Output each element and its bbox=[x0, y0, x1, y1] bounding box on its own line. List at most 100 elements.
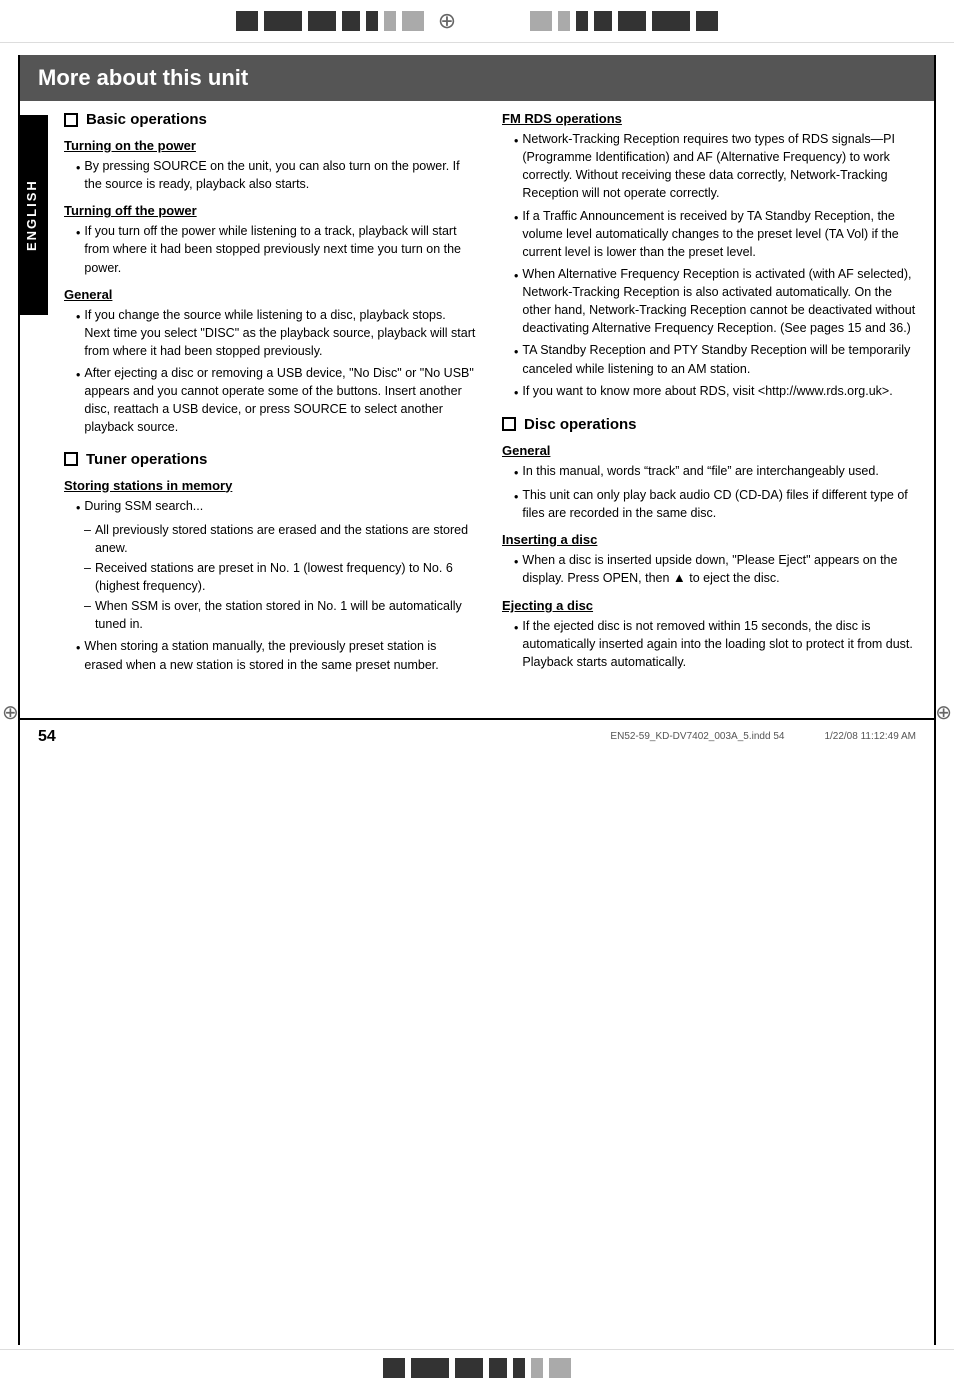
bot-block-5 bbox=[513, 1358, 525, 1378]
turning-on-title: Turning on the power bbox=[64, 138, 478, 153]
bullet-dot: • bbox=[76, 159, 80, 193]
top-decorative-bar: ⊕ bbox=[0, 0, 954, 43]
disc-operations-header: Disc operations bbox=[502, 416, 916, 433]
bot-block-7 bbox=[549, 1358, 571, 1378]
top-block-11 bbox=[594, 11, 612, 31]
top-block-7 bbox=[402, 11, 424, 31]
footer-file-info: EN52-59_KD-DV7402_003A_5.indd 54 bbox=[610, 731, 784, 742]
eject-symbol: ▲ bbox=[673, 570, 686, 585]
page-number: 54 bbox=[38, 728, 56, 746]
top-block-13 bbox=[652, 11, 690, 31]
bullet-dot-2: • bbox=[76, 224, 80, 276]
page-title: More about this unit bbox=[20, 55, 934, 101]
bot-block-3 bbox=[455, 1358, 483, 1378]
bullet-dot-4: • bbox=[76, 366, 80, 437]
language-sidebar: ENGLISH bbox=[20, 115, 48, 315]
bullet-dot-r4: • bbox=[514, 343, 518, 377]
fm-rds-section: FM RDS operations • Network-Tracking Rec… bbox=[502, 111, 916, 402]
fm-rds-text-4: TA Standby Reception and PTY Standby Rec… bbox=[522, 341, 916, 377]
page-outer: ⊕ ⊕ More about this unit ENGLISH Basic o… bbox=[18, 55, 936, 1345]
tuner-operations-title: Tuner operations bbox=[86, 451, 207, 468]
fm-rds-bullet-1: • Network-Tracking Reception requires tw… bbox=[514, 130, 916, 203]
bullet-dot-d4: • bbox=[514, 619, 518, 671]
bullet-dot-r5: • bbox=[514, 384, 518, 402]
dash-3: – bbox=[84, 597, 91, 633]
fm-rds-bullet-3: • When Alternative Frequency Reception i… bbox=[514, 265, 916, 338]
tuner-operations-header: Tuner operations bbox=[64, 451, 478, 468]
turning-off-bullet-text: If you turn off the power while listenin… bbox=[84, 222, 478, 276]
basic-operations-section: Basic operations Turning on the power • … bbox=[64, 111, 478, 437]
storing-bullet-2: • When storing a station manually, the p… bbox=[76, 637, 478, 673]
top-block-8 bbox=[530, 11, 552, 31]
content-area: Basic operations Turning on the power • … bbox=[20, 101, 934, 698]
bottom-decorative-bar bbox=[0, 1349, 954, 1386]
right-registration-mark: ⊕ bbox=[935, 700, 952, 725]
storing-bullet-1: • During SSM search... bbox=[76, 497, 478, 517]
turning-on-bullet-text: By pressing SOURCE on the unit, you can … bbox=[84, 157, 478, 193]
top-block-4 bbox=[342, 11, 360, 31]
top-block-12 bbox=[618, 11, 646, 31]
fm-rds-text-3: When Alternative Frequency Reception is … bbox=[522, 265, 916, 338]
ejecting-disc-text-1: If the ejected disc is not removed withi… bbox=[522, 617, 916, 671]
top-block-5 bbox=[366, 11, 378, 31]
bot-block-4 bbox=[489, 1358, 507, 1378]
ssm-sub-bullet-2: – Received stations are preset in No. 1 … bbox=[84, 559, 478, 595]
disc-operations-icon bbox=[502, 417, 516, 431]
basic-operations-header: Basic operations bbox=[64, 111, 478, 128]
inserting-disc-title: Inserting a disc bbox=[502, 532, 916, 547]
title-text: More about this unit bbox=[38, 65, 248, 90]
bullet-dot-r3: • bbox=[514, 267, 518, 338]
top-block-9 bbox=[558, 11, 570, 31]
basic-operations-title: Basic operations bbox=[86, 111, 207, 128]
ssm-sub-bullet-1: – All previously stored stations are era… bbox=[84, 521, 478, 557]
turning-on-subsection: Turning on the power • By pressing SOURC… bbox=[64, 138, 478, 193]
bottom-bar: 54 EN52-59_KD-DV7402_003A_5.indd 54 1/22… bbox=[20, 718, 934, 754]
fm-rds-bullet-5: • If you want to know more about RDS, vi… bbox=[514, 382, 916, 402]
disc-general-bullet-1: • In this manual, words “track” and “fil… bbox=[514, 462, 916, 482]
left-registration-mark: ⊕ bbox=[2, 700, 19, 725]
turning-on-bullet-1: • By pressing SOURCE on the unit, you ca… bbox=[76, 157, 478, 193]
fm-rds-text-5: If you want to know more about RDS, visi… bbox=[522, 382, 916, 402]
top-block-3 bbox=[308, 11, 336, 31]
bullet-dot-d2: • bbox=[514, 488, 518, 522]
turning-off-bullet-1: • If you turn off the power while listen… bbox=[76, 222, 478, 276]
fm-rds-text-2: If a Traffic Announcement is received by… bbox=[522, 207, 916, 261]
inserting-disc-text-1: When a disc is inserted upside down, "Pl… bbox=[522, 551, 916, 588]
ssm-sub-bullets: – All previously stored stations are era… bbox=[84, 521, 478, 634]
disc-general-bullet-2: • This unit can only play back audio CD … bbox=[514, 486, 916, 522]
ejecting-disc-bullet-1: • If the ejected disc is not removed wit… bbox=[514, 617, 916, 671]
turning-off-subsection: Turning off the power • If you turn off … bbox=[64, 203, 478, 276]
disc-general-subsection: General • In this manual, words “track” … bbox=[502, 443, 916, 522]
bullet-dot-r2: • bbox=[514, 209, 518, 261]
bullet-dot-r1: • bbox=[514, 132, 518, 203]
dash-1: – bbox=[84, 521, 91, 557]
bullet-dot-5: • bbox=[76, 499, 80, 517]
general-subsection: General • If you change the source while… bbox=[64, 287, 478, 437]
general-bullet-1: • If you change the source while listeni… bbox=[76, 306, 478, 360]
fm-rds-bullet-4: • TA Standby Reception and PTY Standby R… bbox=[514, 341, 916, 377]
bullet-dot-3: • bbox=[76, 308, 80, 360]
footer-date-info: 1/22/08 11:12:49 AM bbox=[824, 731, 916, 742]
ejecting-disc-title: Ejecting a disc bbox=[502, 598, 916, 613]
top-block-6 bbox=[384, 11, 396, 31]
fm-rds-title: FM RDS operations bbox=[502, 111, 916, 126]
basic-operations-icon bbox=[64, 113, 78, 127]
right-column: FM RDS operations • Network-Tracking Rec… bbox=[502, 111, 916, 688]
storing-stations-subsection: Storing stations in memory • During SSM … bbox=[64, 478, 478, 674]
general-bullet-2: • After ejecting a disc or removing a US… bbox=[76, 364, 478, 437]
general-bullet-text-2: After ejecting a disc or removing a USB … bbox=[84, 364, 478, 437]
ssm-sub-text-1: All previously stored stations are erase… bbox=[95, 521, 478, 557]
left-column: Basic operations Turning on the power • … bbox=[64, 111, 478, 688]
disc-general-text-1: In this manual, words “track” and “file”… bbox=[522, 462, 916, 482]
bullet-dot-6: • bbox=[76, 639, 80, 673]
disc-operations-title: Disc operations bbox=[524, 416, 637, 433]
fm-rds-bullet-2: • If a Traffic Announcement is received … bbox=[514, 207, 916, 261]
tuner-operations-section: Tuner operations Storing stations in mem… bbox=[64, 451, 478, 674]
disc-operations-section: Disc operations General • In this manual… bbox=[502, 416, 916, 672]
turning-off-title: Turning off the power bbox=[64, 203, 478, 218]
inserting-disc-bullet-1: • When a disc is inserted upside down, "… bbox=[514, 551, 916, 588]
top-block-2 bbox=[264, 11, 302, 31]
storing-bullet-text-2: When storing a station manually, the pre… bbox=[84, 637, 478, 673]
general-title: General bbox=[64, 287, 478, 302]
storing-stations-title: Storing stations in memory bbox=[64, 478, 478, 493]
